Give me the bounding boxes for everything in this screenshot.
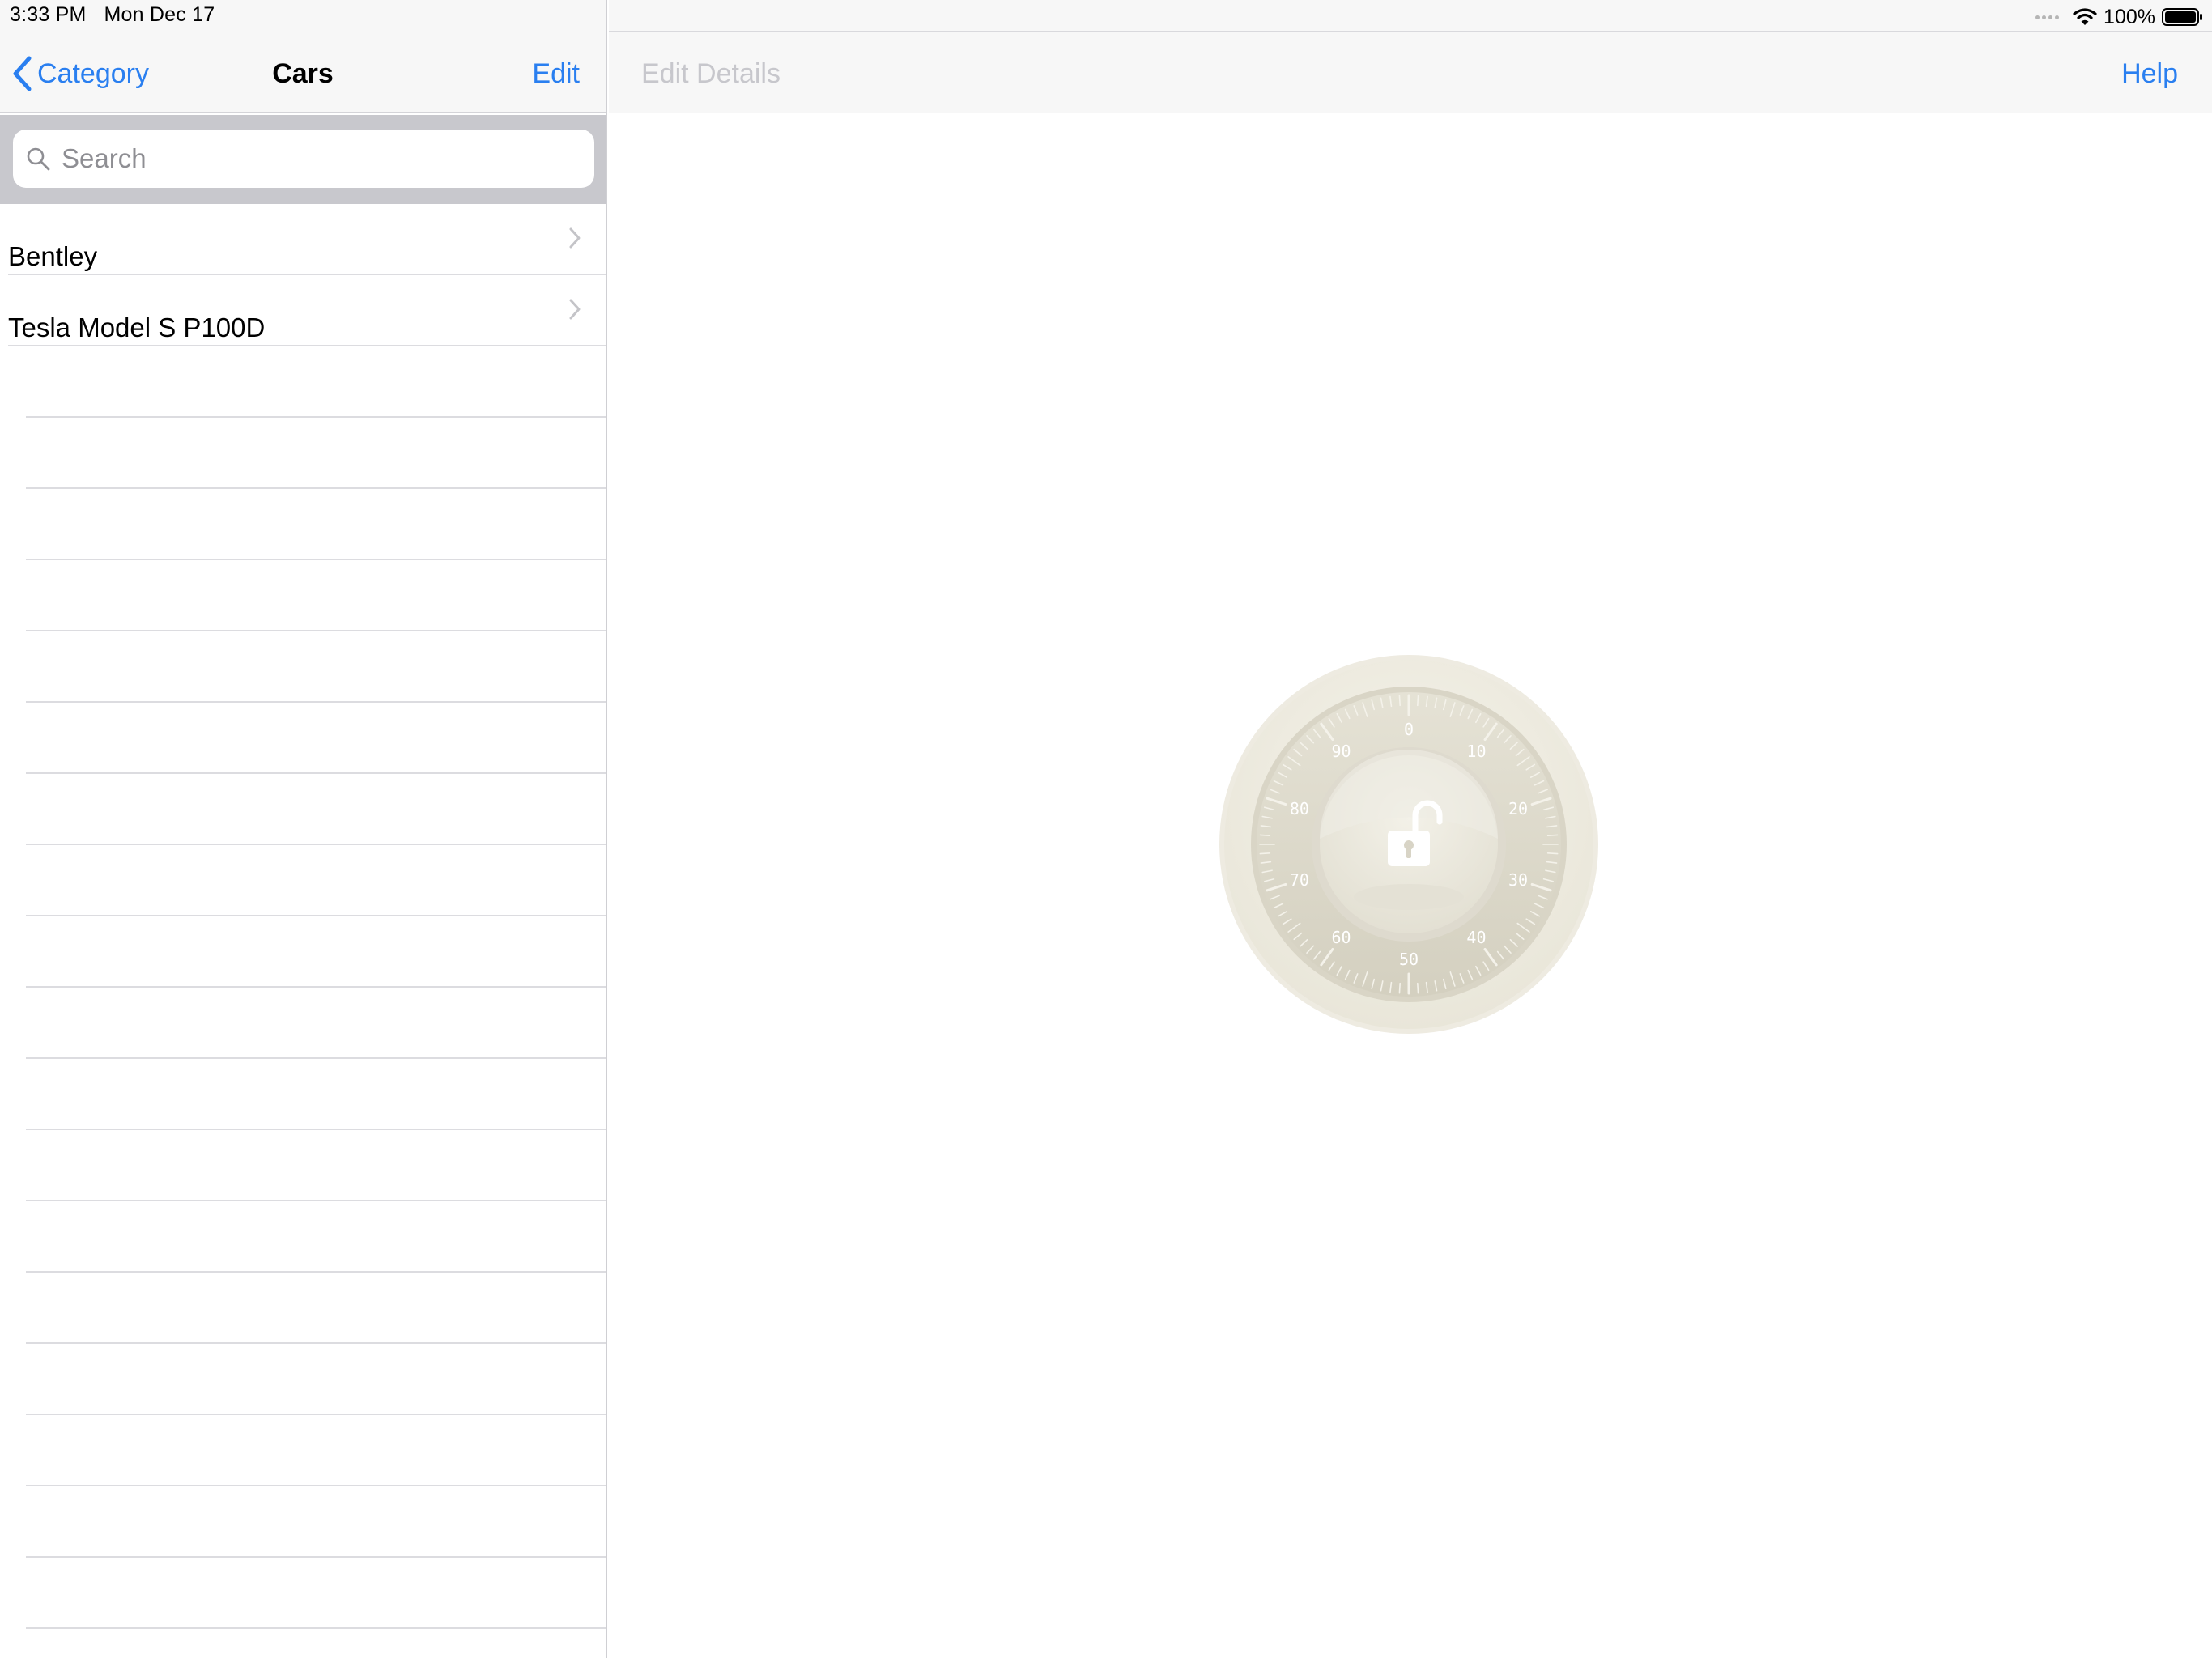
dial-number: 90 [1331,742,1351,761]
help-button[interactable]: Help [2121,53,2178,94]
chevron-right-icon [569,299,581,320]
empty-row [0,631,606,703]
detail-navigation-bar: 100% Edit Details Help [609,0,2212,113]
empty-row [0,1344,606,1415]
dial-number: 80 [1290,799,1309,818]
dial-tick [1416,982,1419,994]
empty-row [0,560,606,631]
vault-dial-placeholder: 0 10 20 30 40 50 60 70 80 90 [1219,654,1599,1035]
empty-row [0,1059,606,1130]
master-navigation-bar: 3:33 PM Mon Dec 17 Category Cars Edit [0,0,606,113]
empty-row [0,1201,606,1273]
search-field[interactable] [13,130,594,188]
empty-row [0,703,606,774]
empty-row [0,1273,606,1344]
empty-row [0,1558,606,1629]
empty-row [0,418,606,489]
page-title: Cars [272,58,334,89]
list-item-label: Tesla Model S P100D [8,312,266,342]
empty-row [0,845,606,916]
dial-tick [1398,982,1402,994]
empty-row [0,774,606,845]
status-time: 3:33 PM [10,3,87,26]
dial-number: 60 [1331,928,1351,947]
list-item[interactable]: Bentley [0,204,606,275]
empty-row [0,489,606,560]
search-bar [0,115,606,204]
cars-list: Bentley Tesla Model S P100D [0,204,606,1629]
empty-row [0,1130,606,1201]
edit-details-button[interactable]: Edit Details [641,53,781,94]
chevron-right-icon [569,227,581,249]
empty-list-rows [0,346,606,1629]
status-bar-divider [609,31,2212,32]
dial-number: 0 [1404,720,1414,739]
status-date: Mon Dec 17 [104,3,215,26]
dial-tick [1416,695,1419,707]
empty-row [0,1415,606,1486]
battery-icon [2162,8,2202,26]
list-item-label: Bentley [8,241,98,271]
wifi-icon [2073,8,2097,25]
battery-percentage: 100% [2104,5,2155,28]
empty-row [0,988,606,1059]
search-input[interactable] [60,142,546,175]
dial-tick [1259,852,1271,855]
dial-number: 10 [1466,742,1486,761]
dial-number: 20 [1508,799,1528,818]
dial-number: 40 [1466,928,1486,947]
empty-row [0,1486,606,1558]
dial-number: 50 [1399,950,1419,969]
master-pane: 3:33 PMMon Dec 17 Category Cars Edit Ben… [0,0,607,1658]
empty-row [0,916,606,988]
combination-dial-icon: 0 10 20 30 40 50 60 70 80 90 [1219,655,1598,1034]
status-bar-right: 100% [2035,3,2204,31]
dial-number: 30 [1508,870,1528,890]
status-bar-left: 3:33 PM Mon Dec 17 [10,3,215,27]
dial-tick [1546,852,1559,855]
cellular-signal-icon [2035,15,2061,19]
dial-tick [1398,695,1402,707]
list-item[interactable]: Tesla Model S P100D [0,275,606,346]
dial-number: 70 [1290,870,1309,890]
empty-row [0,346,606,418]
edit-button[interactable]: Edit [532,53,580,94]
search-icon [27,147,50,171]
